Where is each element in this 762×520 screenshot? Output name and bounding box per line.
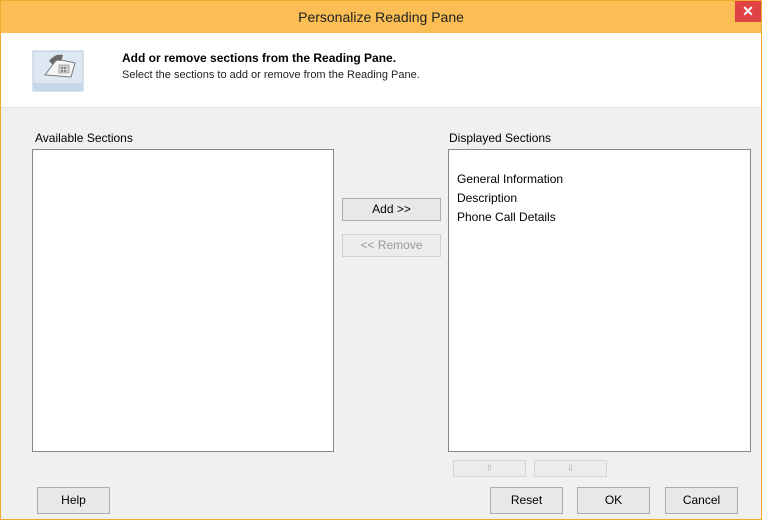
move-down-button[interactable]: ⇩ [534,460,607,477]
list-item[interactable]: Description [449,189,750,208]
close-button[interactable]: ✕ [735,1,761,22]
list-item[interactable]: Phone Call Details [449,208,750,227]
dialog-header: Add or remove sections from the Reading … [1,33,761,108]
arrow-down-icon: ⇩ [566,463,575,473]
cancel-button[interactable]: Cancel [665,487,738,514]
displayed-sections-label: Displayed Sections [449,131,552,145]
move-up-button[interactable]: ⇧ [453,460,526,477]
available-sections-label: Available Sections [35,131,133,145]
dialog-window: Personalize Reading Pane ✕ Add or remove… [0,0,762,520]
available-sections-list[interactable] [32,149,334,452]
title-bar[interactable]: Personalize Reading Pane ✕ [1,1,761,33]
help-button[interactable]: Help [37,487,110,514]
close-icon: ✕ [742,3,754,19]
phone-call-icon [31,45,87,93]
header-title: Add or remove sections from the Reading … [122,51,397,65]
dialog-title: Personalize Reading Pane [298,9,464,25]
displayed-sections-list[interactable]: General Information Description Phone Ca… [448,149,751,452]
arrow-up-icon: ⇧ [485,463,494,473]
add-button[interactable]: Add >> [342,198,441,221]
header-subtitle: Select the sections to add or remove fro… [122,69,420,81]
reset-button[interactable]: Reset [490,487,563,514]
ok-button[interactable]: OK [577,487,650,514]
list-item[interactable]: General Information [449,170,750,189]
remove-button[interactable]: << Remove [342,234,441,257]
